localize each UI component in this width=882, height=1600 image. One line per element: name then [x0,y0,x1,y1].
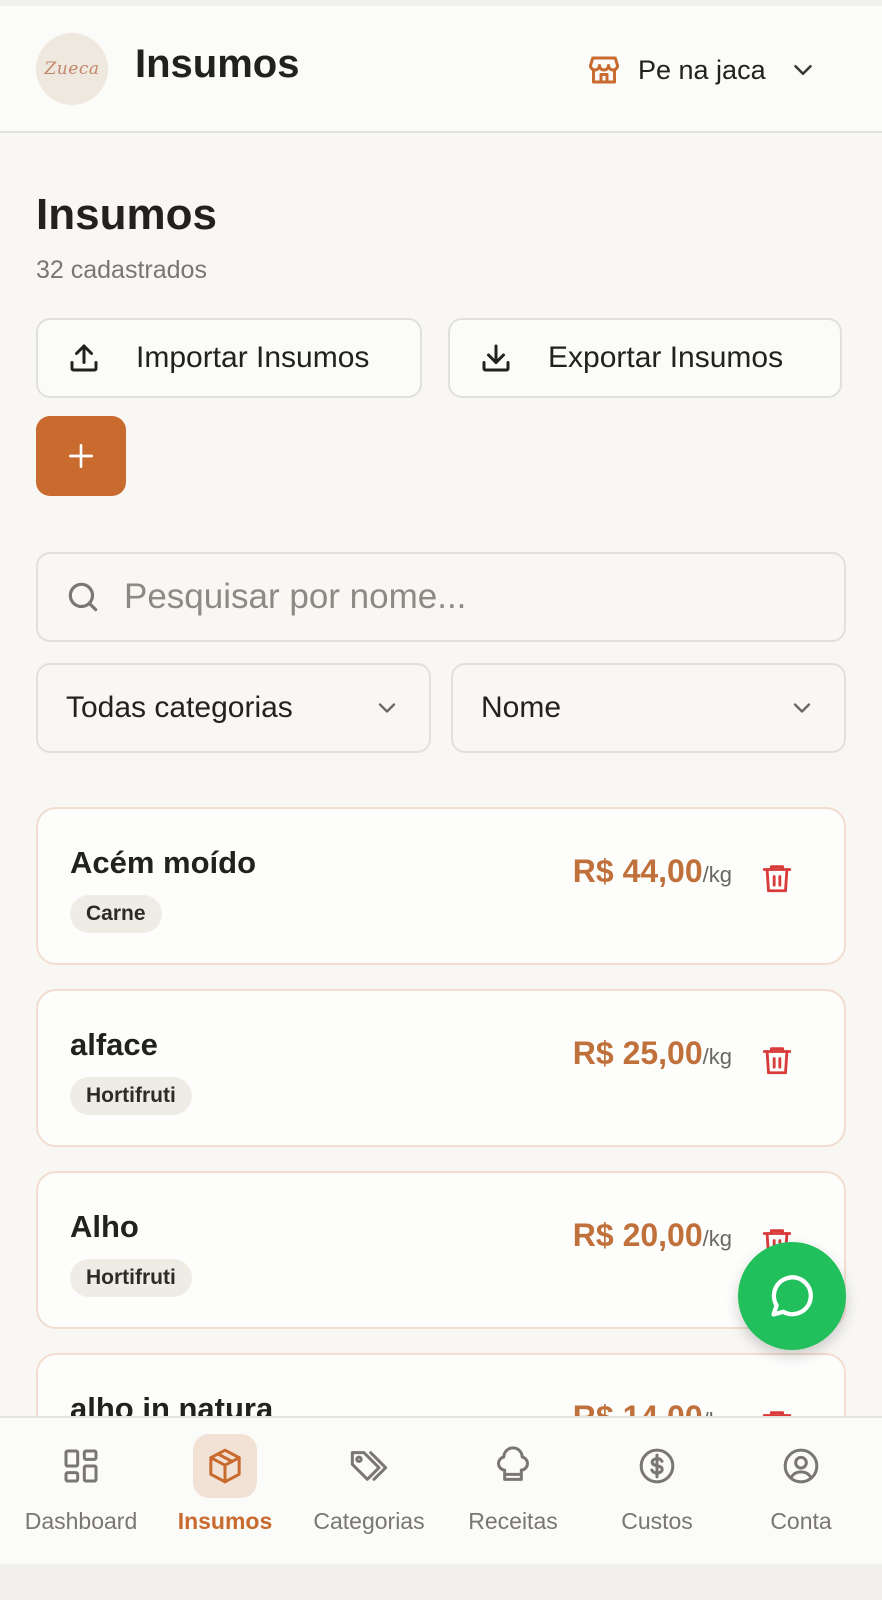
logo-text: Zueca [44,59,100,79]
nav-label: Custos [621,1508,693,1534]
upload-icon [66,340,102,376]
nav-label: Receitas [468,1508,558,1534]
add-insumo-button[interactable] [36,416,126,496]
nav-item-dashboard[interactable]: Dashboard [9,1418,153,1564]
download-icon [478,340,514,376]
nav-item-insumos[interactable]: Insumos [153,1418,297,1564]
category-filter-value: Todas categorias [66,691,293,724]
price-value: R$ 44,00 [572,853,703,889]
nav-label: Categorias [313,1508,425,1534]
nav-item-categorias[interactable]: Categorias [297,1418,441,1564]
price-unit: /kg [702,862,732,887]
price-unit: /kg [702,1226,732,1251]
header-title: Insumos [135,42,300,86]
insumo-price: R$ 20,00 /kg [573,1217,732,1254]
nav-label: Conta [770,1508,832,1534]
chevron-down-icon [373,694,401,722]
insumo-price: R$ 44,00 /kg [573,853,732,890]
insumo-card[interactable]: alface Hortifruti R$ 25,00 /kg [36,989,846,1147]
item-count: 32 cadastrados [36,256,207,284]
nav-item-custos[interactable]: Custos [585,1418,729,1564]
insumo-name: Acém moído [70,845,257,880]
chef-hat-icon [493,1446,533,1486]
export-button[interactable]: Exportar Insumos [448,318,842,398]
import-button[interactable]: Importar Insumos [36,318,422,398]
plus-icon [65,440,97,472]
store-selector[interactable]: Pe na jaca [586,46,818,94]
app-screen: Zueca Insumos Pe na jaca Insumos 32 cada… [0,6,882,1564]
export-label: Exportar Insumos [548,341,784,374]
page-title: Insumos [36,190,217,239]
category-filter-select[interactable]: Todas categorias [36,663,431,753]
bottom-nav: Dashboard Insumos Categorias Receitas Cu… [0,1416,882,1564]
grid-icon [61,1446,101,1486]
nav-label: Insumos [177,1508,273,1534]
category-tag: Hortifruti [70,1077,192,1115]
sort-select[interactable]: Nome [451,663,846,753]
user-circle-icon [781,1446,821,1486]
insumo-price: R$ 25,00 /kg [573,1035,732,1072]
search-input[interactable] [124,577,804,617]
nav-item-receitas[interactable]: Receitas [441,1418,585,1564]
category-tag: Hortifruti [70,1259,192,1297]
whatsapp-icon [766,1270,818,1322]
whatsapp-button[interactable] [738,1242,846,1350]
store-name: Pe na jaca [638,54,766,85]
chevron-down-icon [788,55,818,85]
chevron-down-icon [788,694,816,722]
insumo-name: Alho [70,1209,139,1244]
nav-label: Dashboard [24,1508,138,1534]
search-box[interactable] [36,552,846,642]
insumo-name: alface [70,1027,158,1062]
price-unit: /kg [702,1044,732,1069]
category-tag: Carne [70,895,162,933]
nav-item-conta[interactable]: Conta [729,1418,873,1564]
trash-icon[interactable] [760,1041,794,1079]
trash-icon[interactable] [760,859,794,897]
top-header: Zueca Insumos Pe na jaca [0,6,882,133]
logo: Zueca [36,33,108,105]
insumo-card[interactable]: Alho Hortifruti R$ 20,00 /kg [36,1171,846,1329]
sort-value: Nome [481,691,562,724]
store-icon [586,52,622,88]
import-label: Importar Insumos [136,341,370,374]
insumo-card[interactable]: Acém moído Carne R$ 44,00 /kg [36,807,846,965]
tags-icon [347,1446,391,1486]
dollar-circle-icon [637,1446,677,1486]
box-icon [205,1446,245,1486]
price-value: R$ 25,00 [572,1035,703,1071]
search-icon [64,578,102,616]
price-value: R$ 20,00 [572,1217,703,1253]
